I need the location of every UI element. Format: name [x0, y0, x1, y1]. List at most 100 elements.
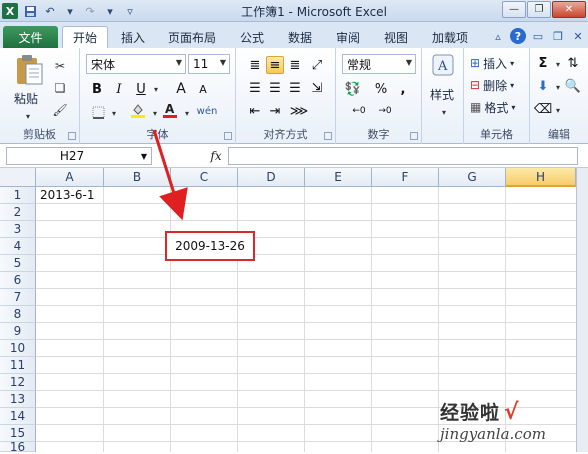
- format-cells-button[interactable]: ▦ 格式 ▾: [470, 98, 515, 116]
- align-center-icon[interactable]: ☰: [266, 79, 284, 97]
- column-header-e[interactable]: E: [305, 168, 372, 187]
- row-header-2[interactable]: 2: [0, 204, 36, 221]
- format-painter-icon[interactable]: 🖌: [52, 102, 68, 118]
- cell-a1[interactable]: 2013-6-1: [40, 188, 94, 202]
- workbook-close-icon[interactable]: ✕: [570, 28, 586, 44]
- tab-file[interactable]: 文件: [3, 26, 58, 48]
- row-header-13[interactable]: 13: [0, 391, 36, 408]
- window-title: 工作簿1 - Microsoft Excel: [241, 5, 387, 19]
- fill-dropdown-icon[interactable]: ▾: [147, 105, 163, 121]
- tab-home[interactable]: 开始: [62, 26, 108, 48]
- cut-icon[interactable]: ✂: [52, 58, 68, 74]
- number-format-combo[interactable]: 常规 ▼: [342, 54, 416, 74]
- row-header-12[interactable]: 12: [0, 374, 36, 391]
- row-header-14[interactable]: 14: [0, 408, 36, 425]
- row-header-16[interactable]: 16: [0, 440, 36, 454]
- tab-page-layout[interactable]: 页面布局: [160, 26, 224, 48]
- italic-button[interactable]: I: [110, 80, 128, 98]
- align-top-icon[interactable]: ≣: [246, 56, 264, 74]
- column-header-h[interactable]: H: [506, 168, 576, 187]
- column-header-d[interactable]: D: [238, 168, 305, 187]
- increase-indent-icon[interactable]: ⇥: [266, 102, 284, 120]
- workbook-minimize-icon[interactable]: ▭: [530, 28, 546, 44]
- shrink-font-button[interactable]: A: [194, 80, 212, 98]
- row-header-11[interactable]: 11: [0, 357, 36, 374]
- clipboard-launcher-icon[interactable]: [68, 132, 76, 140]
- font-color-dropdown-icon[interactable]: ▾: [179, 105, 195, 121]
- orientation-icon[interactable]: ⤢: [308, 56, 326, 74]
- fill-color-icon[interactable]: [130, 102, 146, 118]
- decrease-indent-icon[interactable]: ⇤: [246, 102, 264, 120]
- font-size-combo[interactable]: 11 ▼: [188, 54, 230, 74]
- align-middle-icon[interactable]: ≡: [266, 56, 284, 74]
- tab-addins[interactable]: 加载项: [424, 26, 476, 48]
- delete-cells-button[interactable]: ⊟ 删除 ▾: [470, 76, 514, 94]
- row-header-6[interactable]: 6: [0, 272, 36, 289]
- currency-icon[interactable]: 💱: [344, 80, 362, 98]
- help-icon[interactable]: ?: [510, 28, 526, 44]
- underline-dropdown-icon[interactable]: ▾: [148, 81, 164, 97]
- styles-dropdown-icon[interactable]: ▾: [436, 104, 452, 120]
- grid-line: [36, 271, 576, 272]
- grow-font-button[interactable]: A: [172, 80, 190, 98]
- row-header-5[interactable]: 5: [0, 255, 36, 272]
- insert-cells-button[interactable]: ⊞ 插入 ▾: [470, 54, 514, 72]
- tab-data[interactable]: 数据: [280, 26, 320, 48]
- font-name-combo[interactable]: 宋体 ▼: [86, 54, 186, 74]
- find-select-icon[interactable]: 🔍: [564, 77, 582, 95]
- bold-button[interactable]: B: [88, 80, 106, 98]
- border-dropdown-icon[interactable]: ▾: [106, 105, 122, 121]
- increase-decimal-icon[interactable]: ←0: [350, 102, 368, 120]
- font-launcher-icon[interactable]: [224, 132, 232, 140]
- decrease-decimal-icon[interactable]: →0: [376, 102, 394, 120]
- row-header-8[interactable]: 8: [0, 306, 36, 323]
- merge-center-icon[interactable]: ⋙: [290, 102, 309, 120]
- formula-bar: H27 ▼ fx: [0, 144, 588, 168]
- copy-icon[interactable]: ❏: [52, 80, 68, 96]
- font-color-icon[interactable]: A: [162, 102, 178, 118]
- insert-function-button[interactable]: fx: [205, 147, 227, 165]
- align-left-icon[interactable]: ☰: [246, 79, 264, 97]
- paste-icon[interactable]: [14, 54, 44, 86]
- name-box[interactable]: H27 ▼: [6, 147, 152, 165]
- column-header-f[interactable]: F: [372, 168, 439, 187]
- row-header-4[interactable]: 4: [0, 238, 36, 255]
- row-header-1[interactable]: 1: [0, 187, 36, 204]
- number-launcher-icon[interactable]: [410, 132, 418, 140]
- tab-formulas[interactable]: 公式: [232, 26, 272, 48]
- alignment-launcher-icon[interactable]: [324, 132, 332, 140]
- row-header-9[interactable]: 9: [0, 323, 36, 340]
- restore-button[interactable]: ❐: [527, 1, 551, 18]
- workbook-restore-icon[interactable]: ❐: [550, 28, 566, 44]
- phonetic-button[interactable]: wén: [197, 102, 218, 120]
- row-header-10[interactable]: 10: [0, 340, 36, 357]
- minimize-ribbon-icon[interactable]: ▵: [490, 28, 506, 44]
- border-icon[interactable]: [90, 104, 106, 120]
- row-header-3[interactable]: 3: [0, 221, 36, 238]
- sort-filter-icon[interactable]: ⇅: [564, 54, 582, 72]
- select-all-corner[interactable]: [0, 168, 36, 187]
- clear-dropdown-icon[interactable]: ▾: [550, 102, 566, 118]
- tab-view[interactable]: 视图: [376, 26, 416, 48]
- close-button[interactable]: ✕: [552, 1, 586, 18]
- styles-icon[interactable]: A: [432, 54, 454, 76]
- styles-button-label[interactable]: 样式: [430, 86, 454, 103]
- comma-button[interactable]: ,: [394, 80, 412, 98]
- wrap-text-icon[interactable]: ⇲: [308, 79, 326, 97]
- format-cells-icon: ▦: [470, 100, 482, 114]
- minimize-button[interactable]: —: [502, 1, 526, 18]
- column-header-a[interactable]: A: [36, 168, 104, 187]
- tab-review[interactable]: 审阅: [328, 26, 368, 48]
- row-header-7[interactable]: 7: [0, 289, 36, 306]
- paste-dropdown-icon[interactable]: ▾: [20, 108, 36, 124]
- column-header-g[interactable]: G: [439, 168, 506, 187]
- percent-button[interactable]: %: [372, 80, 390, 98]
- align-bottom-icon[interactable]: ≣: [286, 56, 304, 74]
- grid-line: [36, 288, 576, 289]
- font-size-value: 11: [193, 57, 209, 71]
- tab-insert[interactable]: 插入: [112, 26, 154, 48]
- align-right-icon[interactable]: ☰: [286, 79, 304, 97]
- formula-input[interactable]: [228, 147, 578, 165]
- paste-button-label[interactable]: 粘贴: [14, 90, 38, 107]
- ribbon: 粘贴 ▾ ✂ ❏ 🖌 剪贴板 宋体 ▼ 11 ▼ B I U ▾ A A ▾ ▾…: [0, 48, 588, 144]
